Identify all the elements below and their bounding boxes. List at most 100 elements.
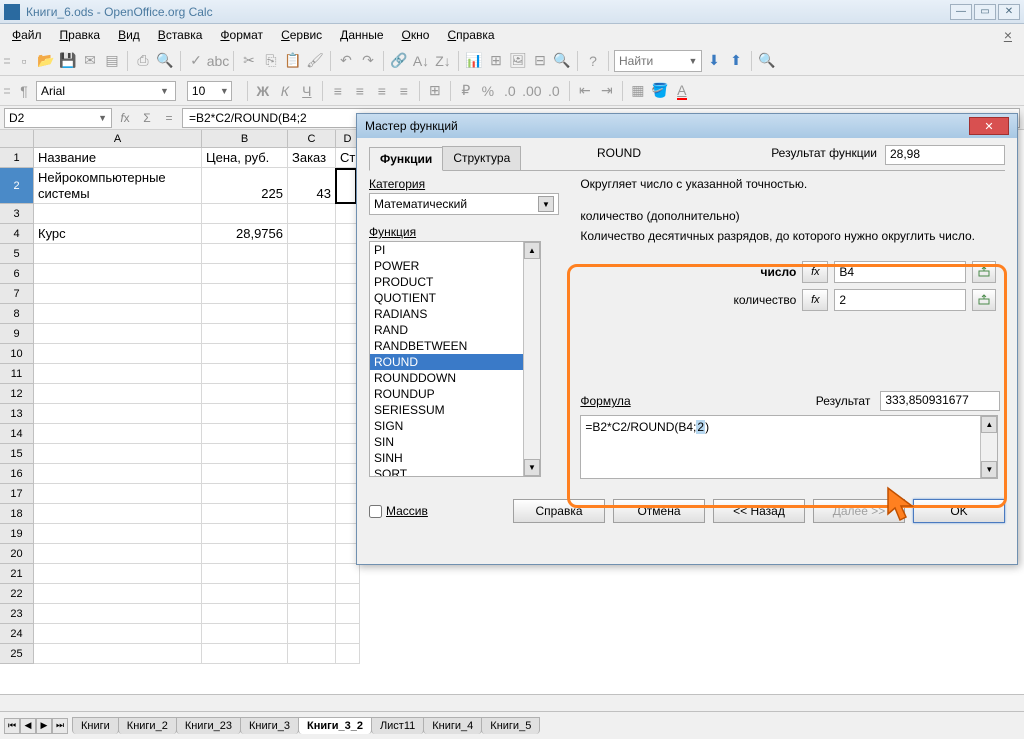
row-header[interactable]: 12 xyxy=(0,384,34,404)
row-header[interactable]: 9 xyxy=(0,324,34,344)
row-header[interactable]: 10 xyxy=(0,344,34,364)
sum-icon[interactable]: Σ xyxy=(138,109,156,127)
pdf-icon[interactable]: ▤ xyxy=(102,51,122,71)
cell[interactable] xyxy=(288,464,336,484)
cell[interactable] xyxy=(202,264,288,284)
merge-icon[interactable]: ⊞ xyxy=(425,81,445,101)
cell[interactable]: Заказ xyxy=(288,148,336,168)
cell[interactable] xyxy=(202,424,288,444)
find-prev-icon[interactable]: ⬆ xyxy=(726,51,746,71)
cell[interactable] xyxy=(34,464,202,484)
list-item[interactable]: SIN xyxy=(370,434,540,450)
list-item[interactable]: QUOTIENT xyxy=(370,290,540,306)
cell[interactable] xyxy=(34,304,202,324)
spellcheck-icon[interactable]: ✓ xyxy=(186,51,206,71)
list-item[interactable]: PRODUCT xyxy=(370,274,540,290)
menu-tools[interactable]: Сервис xyxy=(273,26,330,44)
cell[interactable] xyxy=(336,564,360,584)
cell[interactable] xyxy=(202,524,288,544)
toolbar-handle[interactable] xyxy=(4,81,10,101)
cell[interactable] xyxy=(34,564,202,584)
percent-icon[interactable]: % xyxy=(478,81,498,101)
cell[interactable] xyxy=(288,564,336,584)
cell[interactable]: Курс xyxy=(34,224,202,244)
print-icon[interactable]: ⎙ xyxy=(133,51,153,71)
cell[interactable] xyxy=(202,204,288,224)
sheet-tab[interactable]: Лист11 xyxy=(371,717,424,734)
size-dropdown-icon[interactable]: ▼ xyxy=(220,86,229,96)
row-header[interactable]: 24 xyxy=(0,624,34,644)
font-name-input[interactable] xyxy=(36,81,176,101)
cell[interactable] xyxy=(288,584,336,604)
list-item[interactable]: SIGN xyxy=(370,418,540,434)
cell[interactable] xyxy=(288,624,336,644)
cancel-button[interactable]: Отмена xyxy=(613,499,705,523)
row-header[interactable]: 15 xyxy=(0,444,34,464)
array-checkbox[interactable] xyxy=(369,505,382,518)
row-header[interactable]: 6 xyxy=(0,264,34,284)
cell[interactable] xyxy=(288,504,336,524)
save-icon[interactable]: 💾 xyxy=(58,51,78,71)
category-combo[interactable]: Математический ▼ xyxy=(369,193,559,215)
cell[interactable] xyxy=(288,484,336,504)
hyperlink-icon[interactable]: 🔗 xyxy=(389,51,409,71)
row-header[interactable]: 2 xyxy=(0,168,34,204)
add-decimal-icon[interactable]: .00 xyxy=(522,81,542,101)
ok-button[interactable]: OK xyxy=(913,499,1005,523)
new-icon[interactable]: ▫ xyxy=(14,51,34,71)
back-button[interactable]: << Назад xyxy=(713,499,805,523)
currency-icon[interactable]: ₽ xyxy=(456,81,476,101)
menu-window[interactable]: Окно xyxy=(394,26,438,44)
list-item[interactable]: ROUNDDOWN xyxy=(370,370,540,386)
scroll-up-icon[interactable]: ▲ xyxy=(981,416,997,433)
minimize-button[interactable]: — xyxy=(950,4,972,20)
bold-icon[interactable]: Ж xyxy=(253,81,273,101)
paintbrush-icon[interactable]: 🖌 xyxy=(305,51,325,71)
cell[interactable] xyxy=(34,504,202,524)
sort-desc-icon[interactable]: Z↓ xyxy=(433,51,453,71)
cell[interactable] xyxy=(202,444,288,464)
cell[interactable] xyxy=(202,504,288,524)
find-input[interactable] xyxy=(615,51,685,71)
cut-icon[interactable]: ✂ xyxy=(239,51,259,71)
font-dropdown-icon[interactable]: ▼ xyxy=(160,86,169,96)
chart-icon[interactable]: 📊 xyxy=(464,51,484,71)
equals-icon[interactable]: = xyxy=(160,109,178,127)
cell-reference-box[interactable]: D2 ▼ xyxy=(4,108,112,128)
scroll-down-icon[interactable]: ▼ xyxy=(981,461,997,478)
sheet-tab[interactable]: Книги_2 xyxy=(118,717,177,734)
maximize-button[interactable]: ▭ xyxy=(974,4,996,20)
col-header-a[interactable]: A xyxy=(34,130,202,148)
scroll-up-icon[interactable]: ▲ xyxy=(524,242,540,259)
cell[interactable] xyxy=(336,624,360,644)
undo-icon[interactable]: ↶ xyxy=(336,51,356,71)
sheet-tab[interactable]: Книги_3 xyxy=(240,717,299,734)
cell[interactable] xyxy=(34,644,202,664)
cell[interactable] xyxy=(34,444,202,464)
row-header[interactable]: 4 xyxy=(0,224,34,244)
fx-button[interactable]: fx xyxy=(802,261,828,283)
cell[interactable] xyxy=(202,564,288,584)
help-icon[interactable]: ? xyxy=(583,51,603,71)
cell[interactable]: Название xyxy=(34,148,202,168)
find-next-icon[interactable]: ⬇ xyxy=(704,51,724,71)
sheet-tab[interactable]: Книги_23 xyxy=(176,717,241,734)
autospell-icon[interactable]: abc xyxy=(208,51,228,71)
cell[interactable] xyxy=(34,604,202,624)
increase-indent-icon[interactable]: ⇥ xyxy=(597,81,617,101)
row-header[interactable]: 13 xyxy=(0,404,34,424)
function-listbox[interactable]: PI POWER PRODUCT QUOTIENT RADIANS RAND R… xyxy=(369,241,541,477)
formula-scrollbar[interactable]: ▲ ▼ xyxy=(980,416,997,478)
cell[interactable] xyxy=(202,404,288,424)
row-header[interactable]: 8 xyxy=(0,304,34,324)
menu-file[interactable]: Файл xyxy=(4,26,50,44)
menu-format[interactable]: Формат xyxy=(212,26,271,44)
bgcolor-icon[interactable]: 🪣 xyxy=(650,81,670,101)
shrink-button[interactable] xyxy=(972,289,996,311)
list-item[interactable]: POWER xyxy=(370,258,540,274)
listbox-scrollbar[interactable]: ▲ ▼ xyxy=(523,242,540,476)
row-header[interactable]: 3 xyxy=(0,204,34,224)
cell[interactable] xyxy=(34,344,202,364)
remove-decimal-icon[interactable]: .0 xyxy=(544,81,564,101)
row-header[interactable]: 18 xyxy=(0,504,34,524)
